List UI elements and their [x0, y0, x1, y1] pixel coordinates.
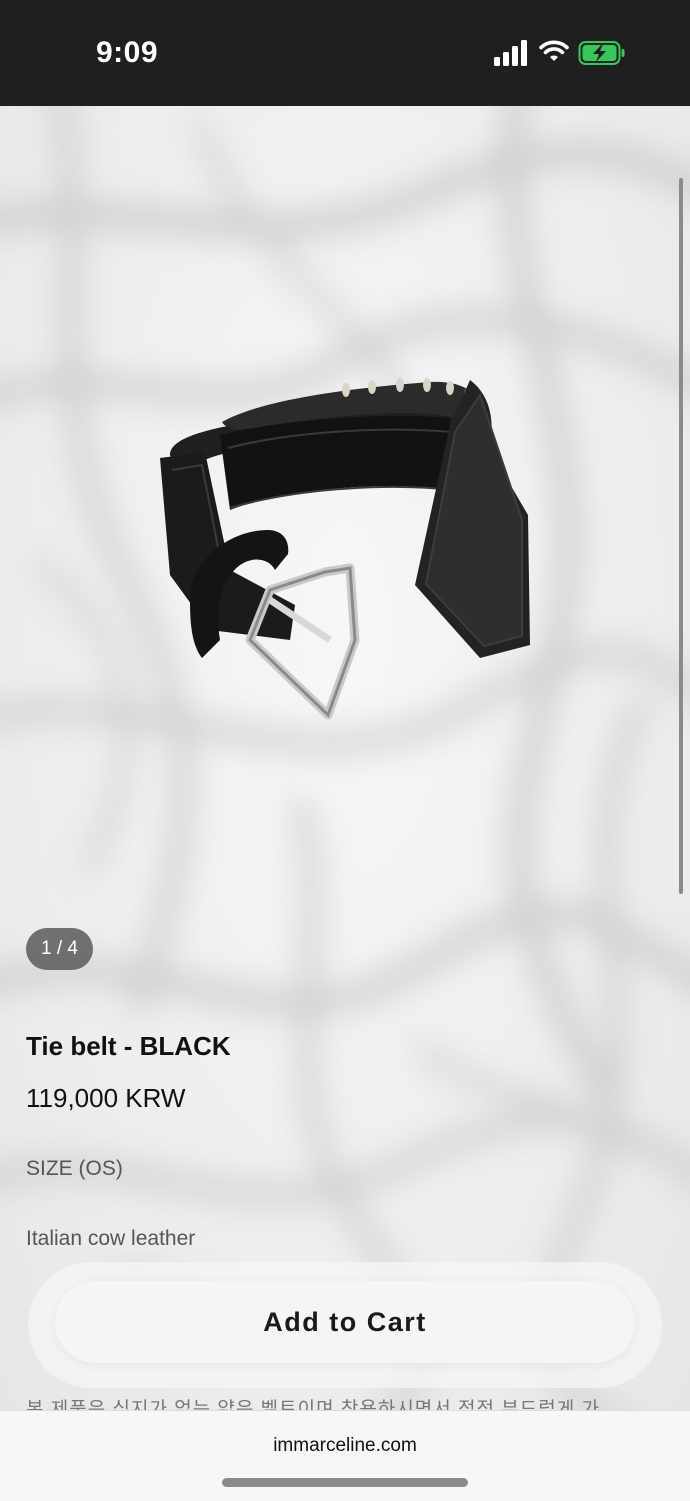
- product-gallery-background: [0, 106, 690, 1410]
- branch-shadow-texture: [0, 106, 690, 1410]
- url-text[interactable]: immarceline.com: [0, 1435, 690, 1457]
- add-to-cart-button[interactable]: Add to Cart: [55, 1281, 635, 1363]
- product-price: 119,000 KRW: [26, 1083, 186, 1113]
- browser-address-bar[interactable]: immarceline.com: [0, 1410, 690, 1501]
- product-title: Tie belt - BLACK: [26, 1031, 231, 1061]
- wifi-icon: [539, 40, 569, 61]
- status-time: 9:09: [96, 36, 159, 69]
- product-material: Italian cow leather: [26, 1227, 196, 1250]
- product-size: SIZE (OS): [26, 1157, 123, 1180]
- battery-charging-icon: [578, 41, 625, 65]
- status-bar: 9:09: [0, 0, 690, 106]
- page-scrollbar[interactable]: [679, 178, 683, 894]
- home-indicator[interactable]: [222, 1478, 468, 1487]
- image-counter: 1 / 4: [26, 928, 93, 970]
- cellular-signal-icon: [494, 40, 527, 66]
- product-image-belt[interactable]: [150, 340, 550, 740]
